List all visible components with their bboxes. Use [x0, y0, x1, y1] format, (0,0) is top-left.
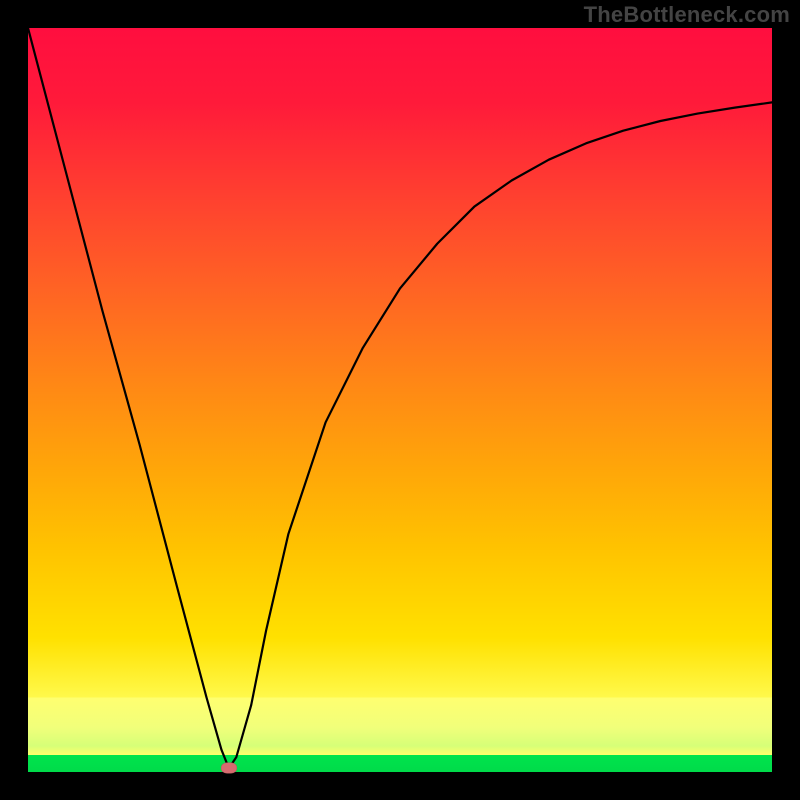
bottleneck-curve [28, 28, 772, 768]
minimum-marker [221, 763, 237, 774]
plot-area [28, 28, 772, 772]
watermark-text: TheBottleneck.com [584, 2, 790, 28]
chart-frame: TheBottleneck.com [0, 0, 800, 800]
curve-svg [28, 28, 772, 772]
